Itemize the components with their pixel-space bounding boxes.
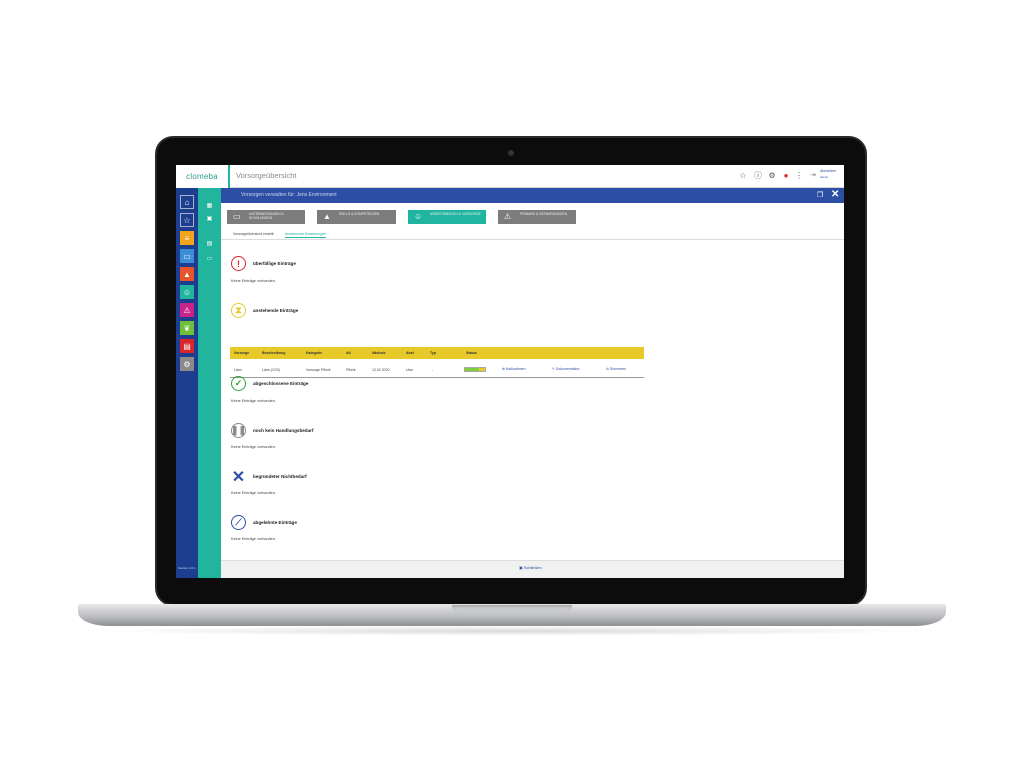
tab-praemien[interactable]: ⚠ PRÄMIEN & GEFÄHRDUNGEN [498, 210, 576, 224]
version-label: Version 4.0.1 [178, 566, 196, 570]
grid-icon[interactable]: ▦ [205, 202, 214, 210]
table-row[interactable]: Lärm Lärm (G20) Vorsorge Pflicht Pflicht… [230, 362, 644, 378]
home-icon[interactable]: ⌂ [180, 195, 194, 209]
col-naechste[interactable]: Nächste [372, 351, 386, 355]
user-role: admin [820, 175, 829, 179]
user-name[interactable]: Abmelden [820, 169, 836, 173]
empty-text-not-required: Keine Einträge vorhanden. [231, 491, 276, 495]
wrench-icon[interactable]: ⚙ [180, 357, 194, 371]
document-icon[interactable]: ▤ [180, 339, 194, 353]
cell-typ: - [432, 368, 434, 372]
col-typ[interactable]: Typ [430, 351, 436, 355]
tab-label: UNTERWEISUNGEN & SCHULUNGEN [249, 212, 284, 220]
bell-icon[interactable]: ● [781, 171, 791, 181]
empty-text-completed: Keine Einträge vorhanden. [231, 399, 276, 403]
empty-text-declined: Keine Einträge vorhanden. [231, 537, 276, 541]
calendar-check-icon[interactable]: ▤ [205, 240, 214, 248]
doctor-icon: ☺ [414, 212, 423, 221]
main-content: Vorsorgen verwalten für: Jens Environmen… [221, 188, 844, 578]
subtab-overview[interactable]: Vorsorgeübersicht erstellt [233, 232, 274, 236]
col-kategorie[interactable]: Kategorie [306, 351, 322, 355]
hourglass-icon: ⧗ [231, 303, 246, 318]
list-icon[interactable]: ≡ [180, 231, 194, 245]
footer-close-button[interactable]: ▣ Schließen [519, 565, 542, 570]
tab-skills[interactable]: ▲ SKILLS & KOMPETENZEN [317, 210, 396, 224]
user-box[interactable]: ⇥ Abmelden admin [810, 169, 844, 185]
check-icon: ✓ [231, 376, 246, 391]
top-bar: clomeba Vorsorgeübersicht ☆ ⓘ ⚙ ● ⋮ ⇥ Ab… [176, 165, 844, 188]
report-icon[interactable]: ▭ [205, 255, 214, 263]
graduation-icon: ▲ [323, 212, 331, 221]
sub-sidebar: ▦ ▣ ▤ ▭ [198, 188, 221, 578]
logout-icon: ⇥ [810, 172, 816, 179]
ban-icon: ⟋ [231, 515, 246, 530]
tab-label: ARBEITSMEDIZIN & VORSORGE [430, 212, 481, 216]
cross-icon: ✕ [231, 468, 246, 486]
calendar-icon[interactable]: ▣ [205, 215, 214, 223]
section-title-overdue: überfällige Einträge [253, 261, 296, 266]
status-progress-bar [464, 367, 486, 372]
pause-icon: ❚❚ [231, 423, 246, 438]
window-icon[interactable]: ❐ [817, 191, 823, 199]
section-title-not-required: begründeter Nichtbedarf [253, 474, 307, 479]
cell-beschreibung: Lärm (G20) [262, 368, 280, 372]
app-logo[interactable]: clomeba [176, 165, 228, 188]
settings-icon[interactable]: ⚙ [767, 171, 777, 181]
cancel-label: Stornieren [609, 367, 627, 371]
col-abst[interactable]: Abst [406, 351, 414, 355]
header-bar: Vorsorgen verwalten für: Jens Environmen… [221, 188, 844, 203]
screen: clomeba Vorsorgeübersicht ☆ ⓘ ⚙ ● ⋮ ⇥ Ab… [176, 165, 844, 578]
tab-label: PRÄMIEN & GEFÄHRDUNGEN [520, 212, 568, 216]
measures-button[interactable]: ⊕ Maßnahmen [502, 367, 526, 371]
section-title-declined: abgelehnte Einträge [253, 520, 297, 525]
info-icon[interactable]: ⓘ [753, 171, 763, 181]
col-vorsorge[interactable]: Vorsorge [234, 351, 249, 355]
section-title-upcoming: anstehende Einträge [253, 308, 299, 313]
exclamation-icon: ! [231, 256, 246, 271]
measures-label: Maßnahmen [505, 367, 526, 371]
table-header: Vorsorge Beschreibung Kategorie AK Nächs… [230, 347, 644, 359]
subtab-assessments[interactable]: Anstehende Bewertungen [285, 232, 327, 238]
cell-kategorie: Vorsorge Pflicht [306, 368, 331, 372]
cancel-button[interactable]: ⊘ Stornieren [606, 367, 626, 371]
logo-divider [228, 165, 230, 188]
subtabs: Vorsorgeübersicht erstellt Anstehende Be… [221, 229, 844, 240]
col-beschreibung[interactable]: Beschreibung [262, 351, 285, 355]
main-sidebar: ⌂ ☆ ≡ ▭ ▲ ☺ ⚠ ❦ ▤ ⚙ Version 4.0.1 [176, 188, 198, 578]
page-title: Vorsorgeübersicht [236, 171, 297, 180]
tab-arbeitsmedizin[interactable]: ☺ ARBEITSMEDIZIN & VORSORGE [408, 210, 486, 224]
empty-text-overdue: Keine Einträge vorhanden. [231, 279, 276, 283]
tab-unterweisungen[interactable]: ▭ UNTERWEISUNGEN & SCHULUNGEN [227, 210, 305, 224]
laptop-icon[interactable]: ▭ [180, 249, 194, 263]
footer-close-label: Schließen [523, 565, 542, 570]
documentation-label: Dokumentation [555, 367, 580, 371]
section-title-completed: abgeschlossene Einträge [253, 381, 309, 386]
close-icon[interactable]: ✕ [831, 189, 839, 200]
footer-bar: ▣ Schließen [221, 560, 844, 578]
empty-text-no-action: Keine Einträge vorhanden. [231, 445, 276, 449]
cell-ak: Pflicht [346, 368, 356, 372]
documentation-button[interactable]: ✎ Dokumentation [552, 367, 579, 371]
cell-naechste: 12.02.2020 [372, 368, 390, 372]
laptop-shadow [90, 626, 934, 636]
graduation-icon[interactable]: ▲ [180, 267, 194, 281]
warning-icon[interactable]: ⚠ [180, 303, 194, 317]
laptop-icon: ▭ [233, 212, 241, 221]
leaf-icon[interactable]: ❦ [180, 321, 194, 335]
more-icon[interactable]: ⋮ [794, 171, 804, 181]
section-title-no-action: noch kein Handlungsbedarf [253, 428, 314, 433]
camera [508, 150, 514, 156]
col-ak[interactable]: AK [346, 351, 351, 355]
header-title: Vorsorgen verwalten für: Jens Environmen… [241, 192, 337, 198]
star-icon[interactable]: ☆ [738, 171, 748, 181]
col-status[interactable]: Status [466, 351, 477, 355]
cell-vorsorge: Lärm [234, 368, 242, 372]
favorites-icon[interactable]: ☆ [180, 213, 194, 227]
tab-label: SKILLS & KOMPETENZEN [339, 212, 380, 216]
cell-abst: Uwe [406, 368, 414, 372]
warning-icon: ⚠ [504, 212, 512, 221]
doctor-icon[interactable]: ☺ [180, 285, 194, 299]
laptop-notch [452, 605, 572, 614]
